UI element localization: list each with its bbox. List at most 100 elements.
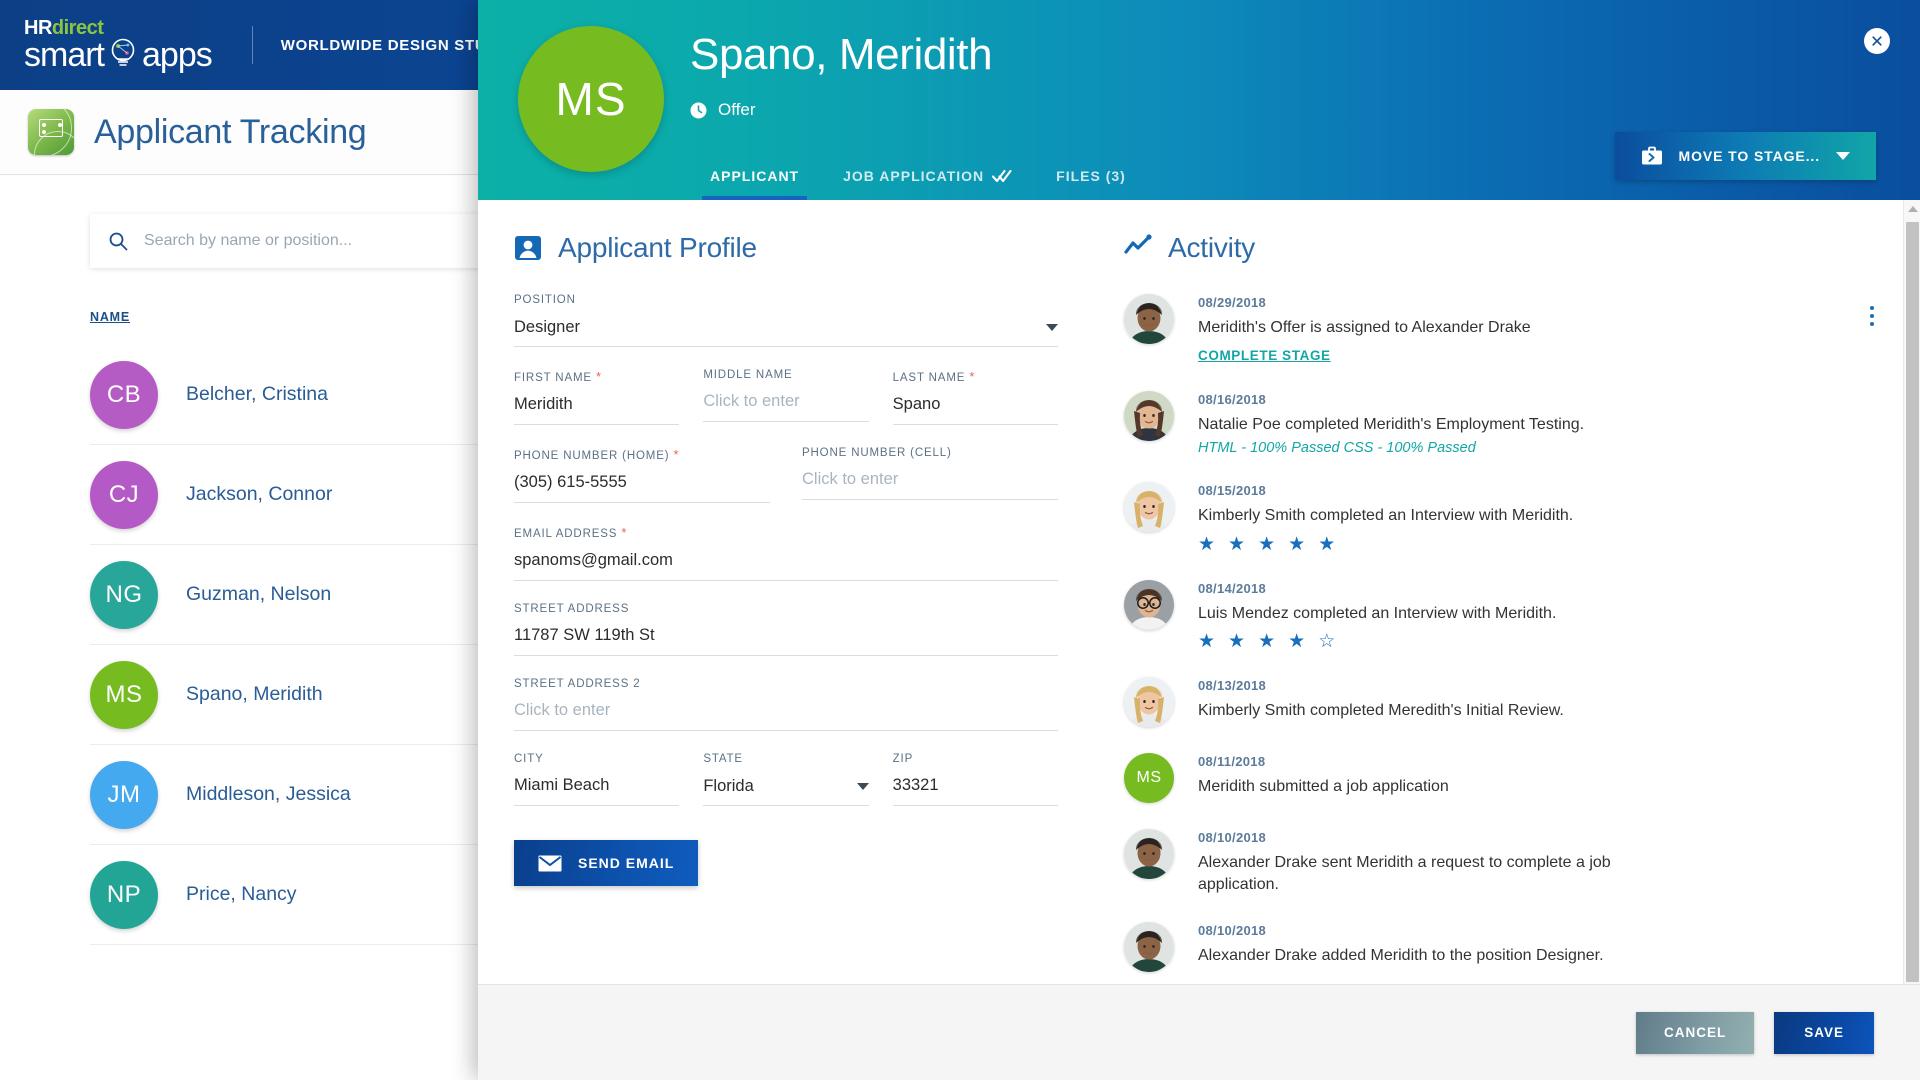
star-icon[interactable]: ★ bbox=[1258, 535, 1275, 554]
star-rating[interactable]: ★ ★ ★ ★ ★ bbox=[1198, 535, 1874, 554]
tab-applicant[interactable]: APPLICANT bbox=[688, 168, 821, 200]
page-title: Applicant Tracking bbox=[94, 112, 367, 151]
label-phone-cell: PHONE NUMBER (CELL) bbox=[802, 447, 952, 459]
first-name-input[interactable]: Meridith bbox=[514, 395, 680, 425]
trend-line-icon bbox=[1124, 234, 1152, 262]
phone-cell-input[interactable]: Click to enter bbox=[802, 470, 1058, 500]
label-street-address-2: STREET ADDRESS 2 bbox=[514, 678, 641, 690]
avatar bbox=[1124, 829, 1174, 880]
field-position[interactable]: POSITION Designer bbox=[514, 294, 1058, 347]
activity-title: Activity bbox=[1168, 232, 1256, 263]
activity-text: Alexander Drake sent Meridith a request … bbox=[1198, 854, 1611, 893]
field-city[interactable]: CITY Miami Beach bbox=[514, 753, 680, 806]
activity-date: 08/16/2018 bbox=[1198, 391, 1267, 407]
activity-date: 08/15/2018 bbox=[1198, 483, 1267, 499]
applicant-stage-badge: Offer bbox=[690, 100, 755, 120]
activity-item: 08/15/2018 Kimberly Smith completed an In… bbox=[1124, 482, 1874, 554]
middle-name-input[interactable]: Click to enter bbox=[703, 392, 869, 422]
complete-stage-link[interactable]: COMPLETE STAGE bbox=[1198, 348, 1331, 363]
zip-input[interactable]: 33321 bbox=[892, 776, 1058, 806]
field-last-name[interactable]: LAST NAME * Spano bbox=[892, 369, 1058, 425]
send-email-button[interactable]: SEND EMAIL bbox=[514, 840, 699, 886]
lightbulb-icon bbox=[106, 38, 140, 72]
tab-label: APPLICANT bbox=[710, 168, 800, 184]
activity-item: 08/10/2018 Alexander Drake added Meridith… bbox=[1124, 921, 1874, 972]
star-icon[interactable]: ★ bbox=[1228, 535, 1245, 554]
field-phone-cell[interactable]: PHONE NUMBER (CELL) Click to enter bbox=[802, 447, 1058, 503]
activity-item-body: 08/10/2018 Alexander Drake sent Meridith … bbox=[1198, 829, 1874, 895]
activity-date: 08/29/2018 bbox=[1198, 295, 1267, 310]
star-icon[interactable]: ★ bbox=[1258, 632, 1275, 651]
applicant-tracking-icon bbox=[28, 109, 74, 155]
name-row: FIRST NAME * Meridith MIDDLE NAME Click … bbox=[514, 369, 1058, 447]
activity-text: Meridith submitted a job application bbox=[1198, 778, 1449, 796]
label-state: STATE bbox=[703, 753, 743, 765]
scroll-up-arrow-icon[interactable] bbox=[1908, 206, 1918, 212]
application-root: HRdirect smart apps WORLDWIDE DESIGN STU… bbox=[0, 0, 1920, 1080]
activity-item-body: 08/13/2018 Kimberly Smith completed Mered… bbox=[1198, 677, 1874, 727]
city-input[interactable]: Miami Beach bbox=[514, 776, 680, 806]
list-column-header-name[interactable]: NAME bbox=[90, 310, 130, 324]
label-first-name: FIRST NAME * bbox=[514, 369, 602, 384]
tab-job-application[interactable]: JOB APPLICATION bbox=[821, 168, 1034, 200]
field-state[interactable]: STATE Florida bbox=[703, 753, 869, 806]
modal-footer: CANCEL SAVE bbox=[478, 984, 1920, 1080]
avatar bbox=[1124, 390, 1174, 441]
cancel-button[interactable]: CANCEL bbox=[1635, 1011, 1755, 1054]
applicant-list-item-name: Middleson, Jessica bbox=[186, 783, 351, 805]
street-address-input[interactable]: 11787 SW 119th St bbox=[514, 626, 1058, 656]
avatar: NP bbox=[90, 860, 158, 929]
email-input[interactable]: spanoms@gmail.com bbox=[514, 551, 1058, 581]
scrollbar-thumb[interactable] bbox=[1906, 222, 1919, 982]
field-phone-home[interactable]: PHONE NUMBER (HOME) * (305) 615-5555 bbox=[514, 447, 770, 503]
star-icon[interactable]: ★ bbox=[1288, 632, 1305, 651]
star-icon[interactable]: ★ bbox=[1318, 535, 1335, 554]
tab-label: JOB APPLICATION bbox=[843, 168, 985, 184]
activity-text: Luis Mendez completed an Interview with … bbox=[1198, 604, 1557, 622]
close-icon[interactable] bbox=[1864, 28, 1890, 54]
star-icon[interactable]: ★ bbox=[1228, 632, 1245, 651]
logo-hrdirect: HRdirect bbox=[24, 18, 212, 38]
field-street-address-2[interactable]: STREET ADDRESS 2 Click to enter bbox=[514, 678, 1058, 731]
activity-item: MS 08/11/2018 Meridith submitted a job app… bbox=[1124, 753, 1874, 804]
modal-body: Applicant Profile POSITION Designer FIRS… bbox=[478, 200, 1920, 984]
star-icon[interactable]: ★ bbox=[1288, 535, 1305, 554]
save-button[interactable]: SAVE bbox=[1774, 1011, 1874, 1054]
avatar: NG bbox=[90, 560, 158, 629]
clock-icon bbox=[690, 102, 707, 119]
logo-apps-text: apps bbox=[142, 35, 213, 74]
applicant-list-item-name: Jackson, Connor bbox=[186, 483, 333, 505]
star-icon[interactable]: ★ bbox=[1198, 632, 1215, 651]
field-first-name[interactable]: FIRST NAME * Meridith bbox=[514, 369, 680, 425]
field-zip[interactable]: ZIP 33321 bbox=[892, 753, 1058, 806]
phone-home-input[interactable]: (305) 615-5555 bbox=[514, 473, 770, 503]
field-middle-name[interactable]: MIDDLE NAME Click to enter bbox=[703, 369, 869, 425]
topbar-divider bbox=[251, 26, 253, 64]
field-email[interactable]: EMAIL ADDRESS * spanoms@gmail.com bbox=[514, 525, 1058, 581]
star-icon[interactable]: ☆ bbox=[1318, 632, 1335, 651]
star-rating[interactable]: ★ ★ ★ ★ ☆ bbox=[1198, 632, 1874, 651]
applicant-profile-title: Applicant Profile bbox=[558, 232, 757, 263]
activity-feed: 08/29/2018 Meridith's Offer is assigned t… bbox=[1124, 294, 1874, 972]
field-street-address[interactable]: STREET ADDRESS 11787 SW 119th St bbox=[514, 603, 1058, 656]
last-name-input[interactable]: Spano bbox=[892, 395, 1058, 425]
modal-scrollbar[interactable] bbox=[1903, 200, 1920, 984]
avatar: CB bbox=[90, 360, 158, 429]
activity-overflow-menu-icon[interactable] bbox=[1870, 306, 1874, 326]
envelope-icon bbox=[538, 855, 562, 872]
activity-date: 08/13/2018 bbox=[1198, 678, 1267, 694]
label-phone-home: PHONE NUMBER (HOME) * bbox=[514, 447, 680, 462]
tab-files-3[interactable]: FILES (3) bbox=[1034, 168, 1148, 200]
position-select[interactable]: Designer bbox=[514, 317, 1058, 347]
city-state-zip-row: CITY Miami Beach STATE Florida ZIP 33321 bbox=[514, 753, 1058, 828]
street-address-2-input[interactable]: Click to enter bbox=[514, 701, 1058, 731]
state-select[interactable]: Florida bbox=[703, 776, 869, 806]
move-to-stage-button[interactable]: MOVE TO STAGE... bbox=[1614, 132, 1876, 180]
activity-item-body: 08/11/2018 Meridith submitted a job appli… bbox=[1198, 753, 1874, 803]
label-email: EMAIL ADDRESS * bbox=[514, 525, 628, 540]
brand-logo[interactable]: HRdirect smart apps bbox=[0, 18, 281, 72]
label-city: CITY bbox=[514, 753, 544, 765]
applicant-name-heading: Spano, Meridith bbox=[690, 30, 993, 79]
label-street-address: STREET ADDRESS bbox=[514, 603, 630, 615]
star-icon[interactable]: ★ bbox=[1198, 535, 1215, 554]
